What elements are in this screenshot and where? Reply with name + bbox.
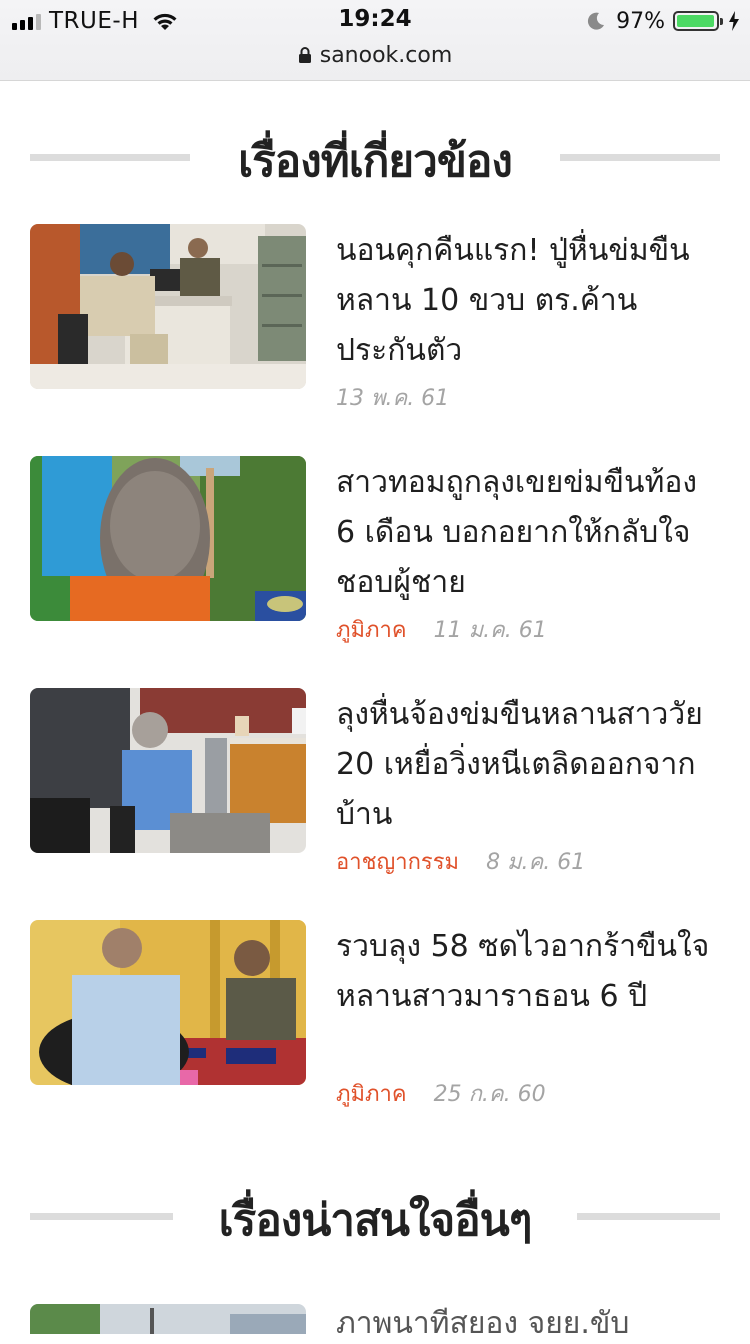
article-thumbnail[interactable] xyxy=(30,688,306,853)
article-meta: ภูมิภาค 25 ก.ค. 60 xyxy=(336,1076,546,1111)
moon-icon xyxy=(588,12,605,30)
article-date: 8 ม.ค. 61 xyxy=(486,850,586,875)
other-section-title: เรื่องน่าสนใจอื่นๆ xyxy=(218,1195,533,1246)
article-category[interactable]: ภูมิภาค xyxy=(336,618,407,643)
article-headline[interactable]: ภาพนาทีสยอง จยย.ขับ xyxy=(336,1304,720,1344)
lock-icon xyxy=(298,47,311,63)
article-date: 13 พ.ค. 61 xyxy=(336,386,450,411)
battery-icon xyxy=(673,11,723,31)
article-headline[interactable]: รวบลุง 58 ซดไวอากร้าขืนใจหลานสาวมาราธอน … xyxy=(336,922,720,1022)
battery-percent: 97% xyxy=(616,8,665,34)
article-thumbnail[interactable] xyxy=(30,224,306,389)
article-item[interactable]: นอนคุกคืนแรก! ปู่หื่นข่มขืนหลาน 10 ขวบ ต… xyxy=(30,224,720,411)
article-meta: 13 พ.ค. 61 xyxy=(336,380,449,415)
status-right: 97% xyxy=(586,8,740,34)
article-date: 11 ม.ค. 61 xyxy=(433,618,547,643)
address-bar[interactable]: sanook.com xyxy=(0,40,750,70)
url-text: sanook.com xyxy=(319,42,453,68)
article-item-partial[interactable]: ภาพนาทีสยอง จยย.ขับ xyxy=(30,1304,720,1341)
article-thumbnail[interactable] xyxy=(30,1304,306,1334)
article-item[interactable]: ลุงหื่นจ้องข่มขืนหลานสาววัย 20 เหยื่อวิ่… xyxy=(30,688,720,875)
related-section-title: เรื่องที่เกี่ยวข้อง xyxy=(238,136,513,187)
article-meta: อาชญากรรม 8 ม.ค. 61 xyxy=(336,844,585,879)
article-category[interactable]: ภูมิภาค xyxy=(336,1082,407,1107)
article-date: 25 ก.ค. 60 xyxy=(433,1082,546,1107)
article-headline[interactable]: สาวทอมถูกลุงเขยข่มขืนท้อง 6 เดือน บอกอยา… xyxy=(336,458,720,608)
article-thumbnail[interactable] xyxy=(30,920,306,1085)
article-meta: ภูมิภาค 11 ม.ค. 61 xyxy=(336,612,547,647)
article-headline[interactable]: ลุงหื่นจ้องข่มขืนหลานสาววัย 20 เหยื่อวิ่… xyxy=(336,690,720,840)
article-item[interactable]: สาวทอมถูกลุงเขยข่มขืนท้อง 6 เดือน บอกอยา… xyxy=(30,456,720,643)
article-headline[interactable]: นอนคุกคืนแรก! ปู่หื่นข่มขืนหลาน 10 ขวบ ต… xyxy=(336,226,720,376)
article-item[interactable]: รวบลุง 58 ซดไวอากร้าขืนใจหลานสาวมาราธอน … xyxy=(30,920,720,1107)
other-section-header: เรื่องน่าสนใจอื่นๆ xyxy=(30,1185,720,1246)
status-bar: TRUE-H 19:24 97% sanook.com xyxy=(0,0,750,81)
battery-level xyxy=(677,15,714,27)
article-category[interactable]: อาชญากรรม xyxy=(336,850,459,875)
related-section-header: เรื่องที่เกี่ยวข้อง xyxy=(30,126,720,187)
article-thumbnail[interactable] xyxy=(30,456,306,621)
charging-icon xyxy=(729,11,739,31)
